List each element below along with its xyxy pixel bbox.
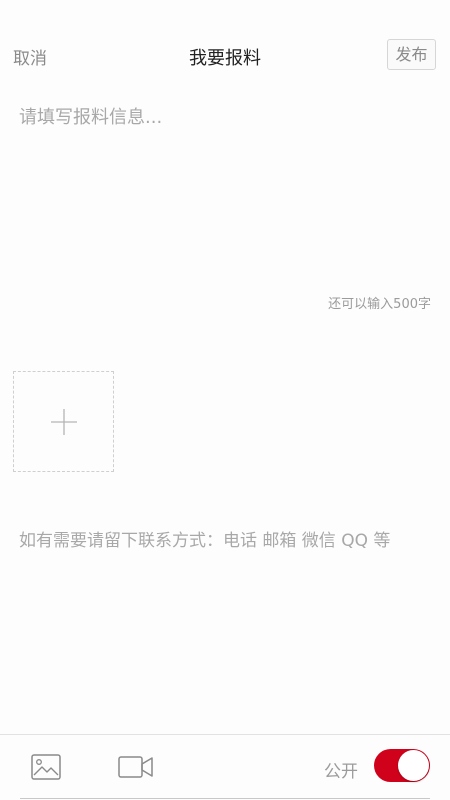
bottom-divider xyxy=(20,798,430,799)
bottom-toolbar: 公开 xyxy=(0,734,450,800)
header-bar: 取消 我要报料 发布 xyxy=(0,0,450,92)
page-title: 我要报料 xyxy=(189,48,261,69)
plus-icon xyxy=(51,409,77,435)
video-camera-icon xyxy=(118,756,153,778)
insert-image-button[interactable] xyxy=(31,754,61,780)
public-label: 公开 xyxy=(324,762,358,782)
char-count-text: 还可以输入500字 xyxy=(328,297,431,312)
publish-button[interactable]: 发布 xyxy=(387,39,436,70)
insert-video-button[interactable] xyxy=(118,755,154,779)
contact-info-input[interactable] xyxy=(19,528,431,554)
report-content-input[interactable] xyxy=(19,103,431,273)
toggle-knob xyxy=(398,750,429,781)
image-icon xyxy=(31,754,61,780)
add-media-button[interactable] xyxy=(13,371,114,472)
public-toggle[interactable] xyxy=(374,749,430,782)
